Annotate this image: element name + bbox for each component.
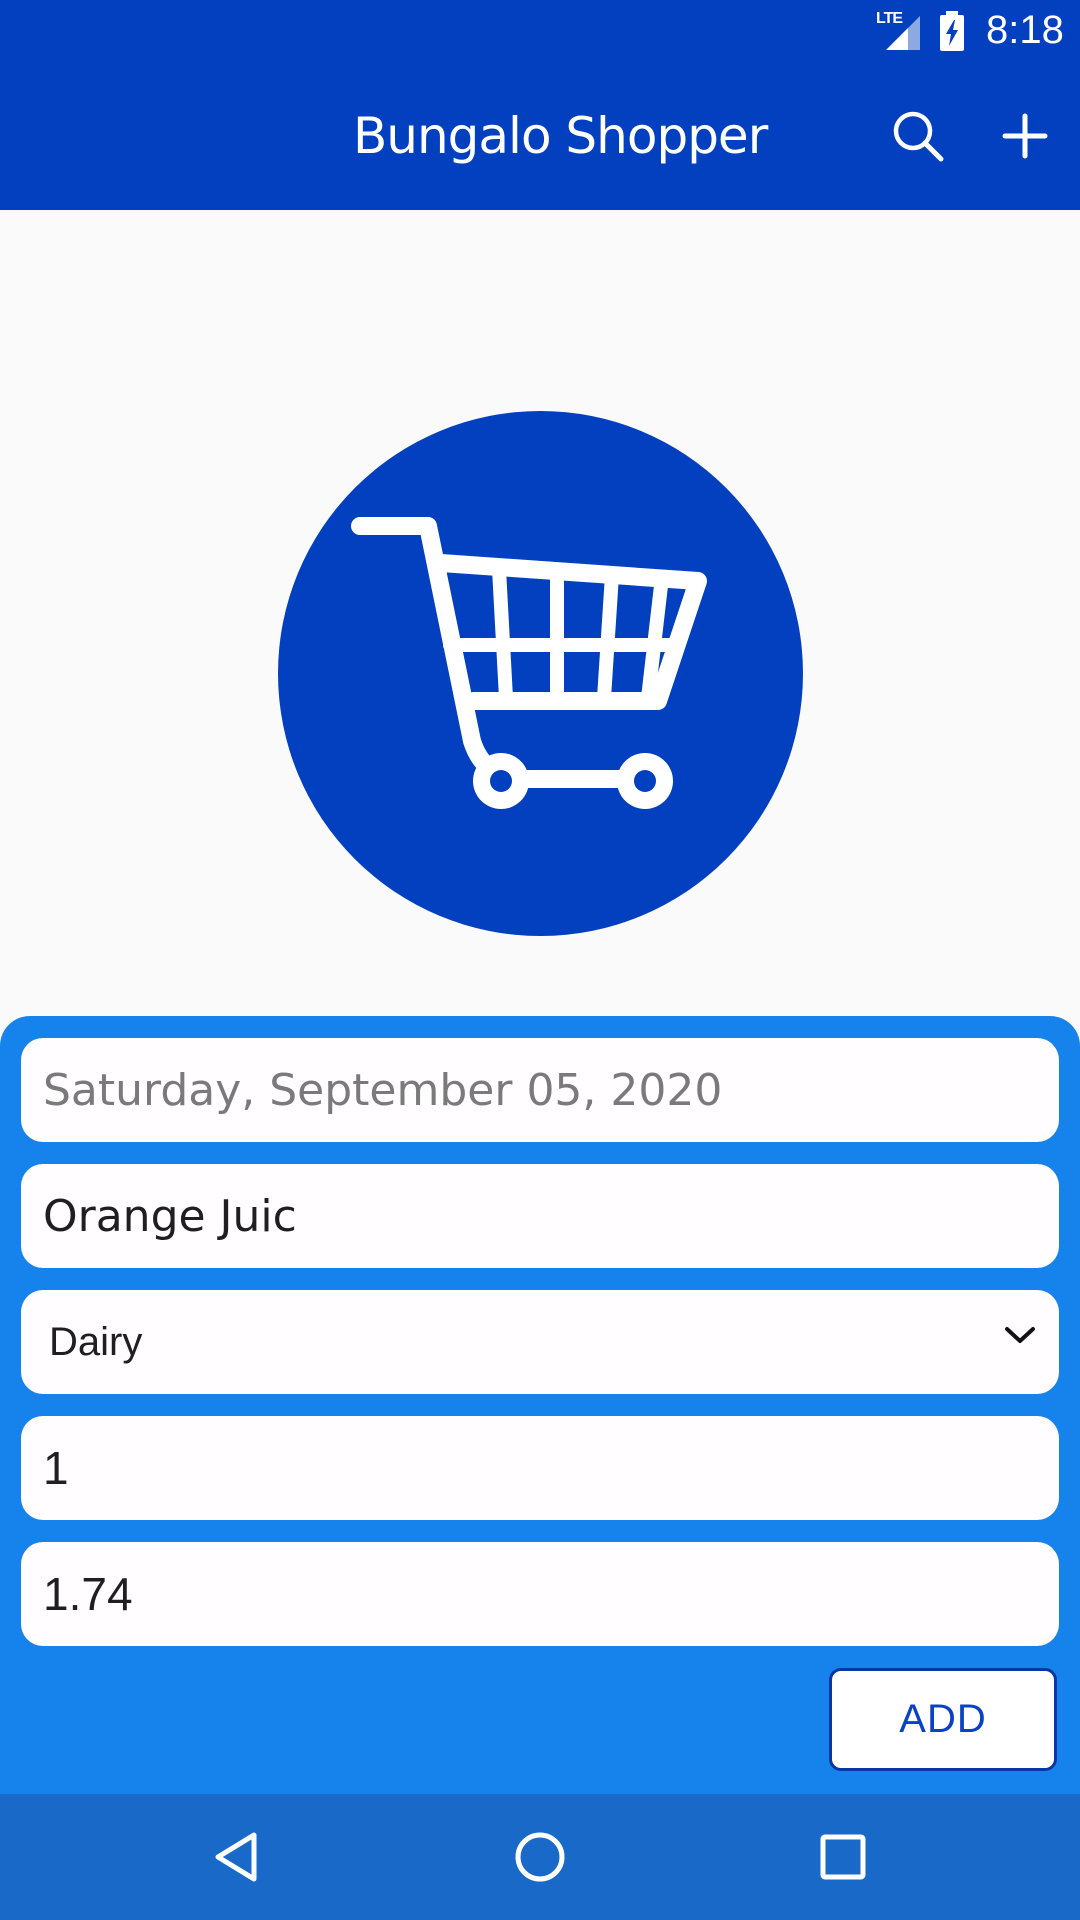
add-item-button[interactable]: ADD xyxy=(829,1668,1057,1771)
home-icon xyxy=(515,1832,565,1882)
search-icon xyxy=(893,111,944,162)
category-select[interactable]: Dairy xyxy=(21,1290,1059,1394)
status-bar: LTE 8:18 xyxy=(0,0,1080,63)
status-clock: 8:18 xyxy=(986,8,1064,52)
signal-icon xyxy=(880,14,922,54)
recents-icon xyxy=(820,1834,866,1880)
quantity-value: 1 xyxy=(43,1442,69,1494)
category-selected: Dairy xyxy=(49,1319,143,1364)
item-name-value: Orange Juic xyxy=(43,1190,297,1242)
date-field-text: Saturday, September 05, 2020 xyxy=(43,1064,723,1116)
shopping-cart-icon xyxy=(351,517,707,809)
back-icon xyxy=(215,1832,257,1882)
search-button[interactable] xyxy=(878,96,958,176)
chevron-down-icon xyxy=(1003,1324,1037,1350)
nav-recents-button[interactable] xyxy=(803,1817,883,1897)
nav-back-button[interactable] xyxy=(196,1817,276,1897)
battery-charging-icon xyxy=(938,11,966,55)
item-name-input[interactable]: Orange Juic xyxy=(21,1164,1059,1268)
price-value: 1.74 xyxy=(43,1568,133,1620)
add-icon xyxy=(1002,113,1048,159)
screen: LTE 8:18 Bungalo Shopper Saturday, Septe… xyxy=(0,0,1080,1920)
navigation-bar xyxy=(0,1794,1080,1920)
date-field[interactable]: Saturday, September 05, 2020 xyxy=(21,1038,1059,1142)
nav-home-button[interactable] xyxy=(500,1817,580,1897)
cart-logo xyxy=(278,411,803,936)
app-bar: Bungalo Shopper xyxy=(0,63,1080,210)
quantity-input[interactable]: 1 xyxy=(21,1416,1059,1520)
add-button-toolbar[interactable] xyxy=(985,96,1065,176)
app-title: Bungalo Shopper xyxy=(353,107,768,165)
price-input[interactable]: 1.74 xyxy=(21,1542,1059,1646)
